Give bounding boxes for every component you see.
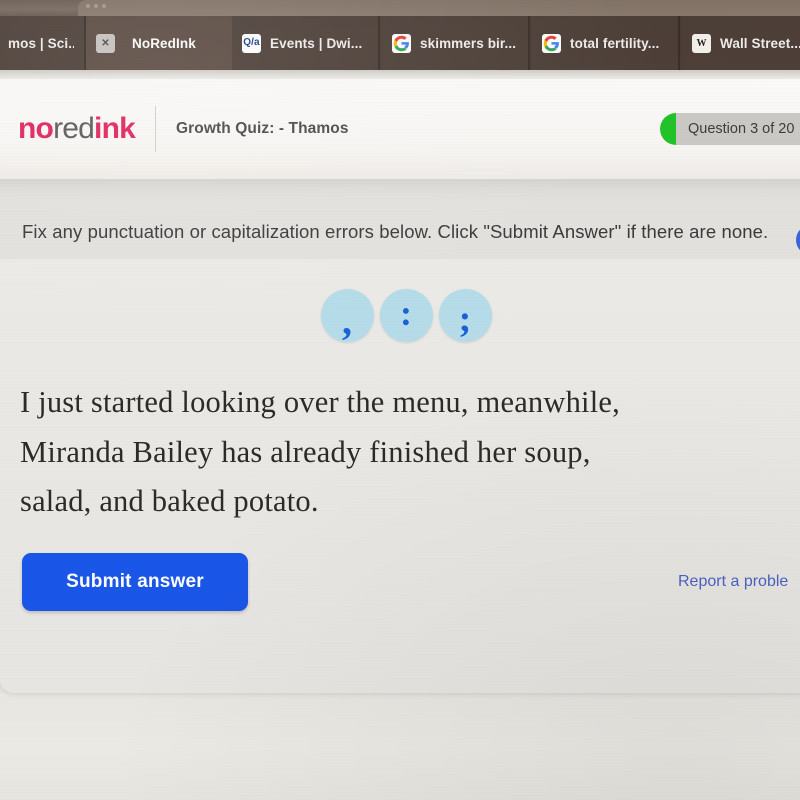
- wikipedia-icon: W: [692, 33, 711, 53]
- sentence-line: Miranda Bailey has already finished her …: [20, 434, 591, 469]
- colon-chip[interactable]: :: [379, 288, 433, 342]
- sentence-line: salad, and baked potato.: [20, 484, 319, 519]
- browser-tab-skimmers[interactable]: skimmers bir...: [382, 16, 530, 70]
- instructions-area: Fix any punctuation or capitalization er…: [0, 203, 800, 259]
- app-header: noredink Growth Quiz: - Thamos Question …: [0, 79, 800, 179]
- header-divider: [154, 106, 156, 152]
- noredink-logo[interactable]: noredink: [18, 112, 136, 145]
- browser-toolbar-sliver: [0, 70, 800, 79]
- browser-tab-label: total fertility...: [570, 35, 660, 51]
- comma-chip[interactable]: ,: [320, 288, 374, 342]
- quiz-icon: Q/a: [242, 33, 261, 53]
- browser-tab-wallstreet[interactable]: W Wall Street...: [682, 16, 800, 70]
- browser-tab-events[interactable]: Q/a Events | Dwi...: [232, 16, 380, 70]
- punctuation-chip-group: , : ;: [0, 288, 800, 342]
- progress-indicator: [660, 113, 676, 145]
- browser-tab-label: mos | Sci...: [8, 35, 74, 51]
- logo-part-ink: ink: [94, 112, 136, 145]
- quiz-title: Growth Quiz: - Thamos: [175, 120, 349, 137]
- browser-tab-label: NoRedInk: [132, 35, 196, 51]
- question-counter-label: Question 3 of 20: [688, 121, 795, 137]
- logo-part-no: no: [18, 112, 54, 145]
- help-icon[interactable]: [796, 225, 800, 255]
- report-problem-link[interactable]: Report a proble: [678, 573, 788, 591]
- sentence-line: I just started looking over the menu, me…: [20, 384, 620, 419]
- x-icon: ✕: [96, 33, 115, 53]
- window-control-dot[interactable]: [86, 4, 90, 8]
- browser-window-frame: [78, 0, 800, 16]
- semicolon-chip[interactable]: ;: [438, 288, 492, 342]
- browser-tab-label: Wall Street...: [720, 35, 800, 51]
- desk-background: [0, 693, 800, 800]
- question-area: , : ; I just started looking over the me…: [0, 258, 800, 693]
- window-controls[interactable]: [86, 4, 106, 8]
- browser-tab-label: Events | Dwi...: [270, 35, 363, 51]
- browser-tab-0[interactable]: mos | Sci...: [0, 16, 86, 70]
- actions-row: Submit answer Report a proble: [22, 553, 800, 612]
- app-page: noredink Growth Quiz: - Thamos Question …: [0, 79, 800, 693]
- window-control-dot[interactable]: [102, 4, 106, 8]
- instructions-text: Fix any punctuation or capitalization er…: [22, 221, 769, 242]
- google-icon: [392, 33, 411, 53]
- question-counter-badge: Question 3 of 20: [660, 113, 800, 145]
- browser-tab-label: skimmers bir...: [420, 35, 517, 51]
- browser-tab-fertility[interactable]: total fertility...: [532, 16, 680, 70]
- question-sentence[interactable]: I just started looking over the menu, me…: [20, 378, 800, 527]
- header-separator: [0, 179, 800, 203]
- screenshot-root: mos | Sci... ✕ NoRedInk Q/a Events | Dwi…: [0, 0, 800, 800]
- submit-answer-button[interactable]: Submit answer: [22, 553, 248, 612]
- logo-part-red: red: [53, 112, 95, 145]
- window-control-dot[interactable]: [94, 4, 98, 8]
- browser-tab-noredink[interactable]: ✕ NoRedInk: [86, 16, 240, 70]
- google-icon: [542, 33, 561, 53]
